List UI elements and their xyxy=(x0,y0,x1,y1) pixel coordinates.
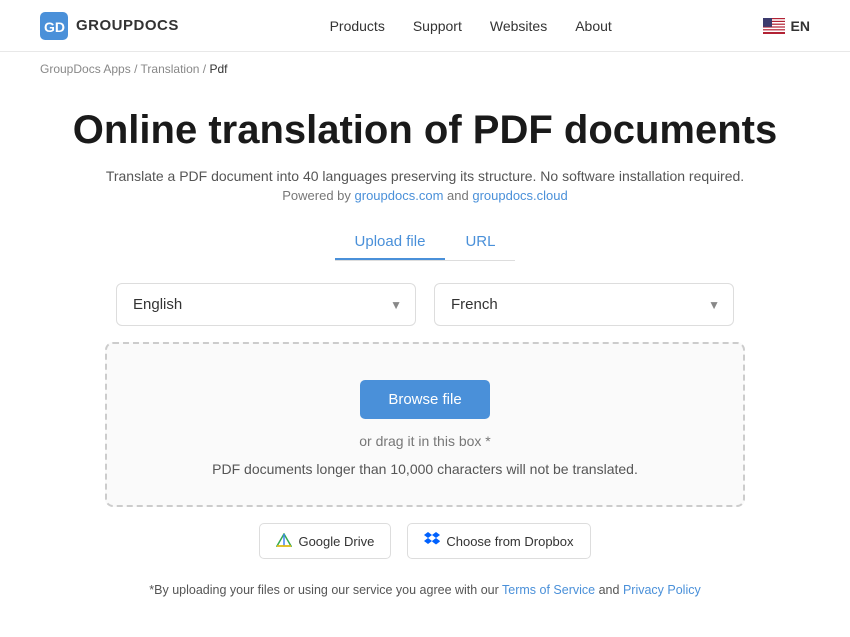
nav-about[interactable]: About xyxy=(575,18,612,34)
nav-products[interactable]: Products xyxy=(330,18,385,34)
dropbox-icon xyxy=(424,531,440,551)
dropbox-label: Choose from Dropbox xyxy=(446,534,573,549)
nav-websites[interactable]: Websites xyxy=(490,18,547,34)
google-drive-label: Google Drive xyxy=(298,534,374,549)
page-title: Online translation of PDF documents xyxy=(20,106,830,154)
logo-text: GROUPDOCS xyxy=(76,17,179,34)
main-content: Online translation of PDF documents Tran… xyxy=(0,86,850,637)
target-language-select[interactable]: French English German Spanish Italian Ru… xyxy=(434,283,734,326)
language-selectors: English French German Spanish Italian Ru… xyxy=(20,283,830,326)
powered-by: Powered by groupdocs.com and groupdocs.c… xyxy=(20,188,830,203)
google-drive-icon xyxy=(276,533,292,549)
dropbox-button[interactable]: Choose from Dropbox xyxy=(407,523,590,559)
upload-tabs: Upload file URL xyxy=(335,225,516,261)
terms-of-service-link[interactable]: Terms of Service xyxy=(502,583,595,597)
language-switcher[interactable]: EN xyxy=(763,18,810,34)
groupdocs-cloud-link[interactable]: groupdocs.cloud xyxy=(472,188,567,203)
tab-url[interactable]: URL xyxy=(445,225,515,260)
google-drive-button[interactable]: Google Drive xyxy=(259,523,391,559)
svg-text:GD: GD xyxy=(44,19,65,35)
google-drive-svg xyxy=(276,533,292,549)
browse-file-button[interactable]: Browse file xyxy=(360,380,489,419)
groupdocs-com-link[interactable]: groupdocs.com xyxy=(355,188,444,203)
header: GD GROUPDOCS Products Support Websites A… xyxy=(0,0,850,52)
tab-upload-file[interactable]: Upload file xyxy=(335,225,446,260)
breadcrumb-current: Pdf xyxy=(209,62,227,76)
breadcrumb-apps[interactable]: GroupDocs Apps xyxy=(40,62,131,76)
breadcrumb: GroupDocs Apps / Translation / Pdf xyxy=(0,52,850,86)
drag-text: or drag it in this box * xyxy=(127,433,723,449)
target-language-wrapper: French English German Spanish Italian Ru… xyxy=(434,283,734,326)
cloud-buttons: Google Drive Choose from Dropbox xyxy=(20,523,830,559)
logo[interactable]: GD GROUPDOCS xyxy=(40,12,179,40)
breadcrumb-translation[interactable]: Translation xyxy=(141,62,200,76)
flag-icon xyxy=(763,18,785,34)
lang-code: EN xyxy=(791,18,810,34)
main-nav: Products Support Websites About xyxy=(330,18,612,34)
limit-text: PDF documents longer than 10,000 charact… xyxy=(127,461,723,477)
source-language-wrapper: English French German Spanish Italian Ru… xyxy=(116,283,416,326)
source-language-select[interactable]: English French German Spanish Italian Ru… xyxy=(116,283,416,326)
logo-icon: GD xyxy=(40,12,68,40)
subtitle: Translate a PDF document into 40 languag… xyxy=(20,168,830,184)
footer-note: *By uploading your files or using our se… xyxy=(20,583,830,597)
privacy-policy-link[interactable]: Privacy Policy xyxy=(623,583,701,597)
drop-zone[interactable]: Browse file or drag it in this box * PDF… xyxy=(105,342,745,507)
nav-support[interactable]: Support xyxy=(413,18,462,34)
